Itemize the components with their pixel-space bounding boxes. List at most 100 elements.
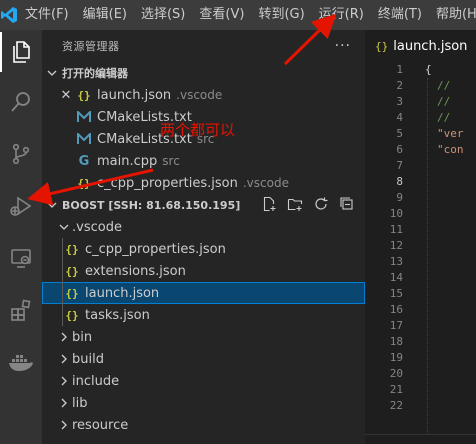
indent-guide: [62, 238, 63, 260]
open-editors-header[interactable]: 打开的编辑器: [42, 62, 365, 84]
line-number: 4: [396, 111, 403, 124]
file-label: extensions.json: [85, 263, 186, 279]
line-number: 14: [389, 271, 403, 284]
folder-label: build: [72, 351, 104, 367]
indent-guide: [62, 304, 63, 326]
cmake-file-icon: [76, 109, 92, 125]
open-editor-desc: src: [162, 154, 180, 168]
chevron-right-icon: [56, 354, 72, 364]
tree-folder-item[interactable]: include: [42, 370, 365, 392]
line-number: 3: [396, 95, 403, 108]
activity-bar: [0, 30, 42, 444]
new-file-icon[interactable]: [261, 196, 277, 215]
indent-guide: [62, 260, 63, 282]
file-label: c_cpp_properties.json: [85, 241, 226, 257]
chevron-right-icon: [56, 398, 72, 408]
editor-tab-launch[interactable]: {} launch.json: [365, 30, 476, 62]
workspace-header[interactable]: BOOST [SSH: 81.68.150.195]: [42, 194, 365, 216]
indent-guide: [62, 282, 63, 304]
tree-folder-item[interactable]: .vscode: [42, 216, 365, 238]
editor-tab-label: launch.json: [393, 38, 468, 54]
new-folder-icon[interactable]: [287, 196, 303, 215]
folder-label: lib: [72, 395, 88, 411]
explorer-sidebar: 资源管理器 ··· 打开的编辑器 ✕ {} launch.json .vscod…: [42, 30, 365, 444]
tree-folder-item[interactable]: bin: [42, 326, 365, 348]
open-editor-label: main.cpp: [97, 153, 158, 169]
tree-file-item[interactable]: {} c_cpp_properties.json: [42, 238, 365, 260]
explorer-title: 资源管理器: [62, 40, 120, 53]
line-number: 2: [396, 79, 403, 92]
collapse-all-icon[interactable]: [339, 196, 355, 215]
line-number: 20: [389, 367, 403, 380]
code-lines: { // // // "ver "con: [425, 62, 476, 158]
line-number: 5: [396, 127, 403, 140]
tree-file-item[interactable]: {} tasks.json: [42, 304, 365, 326]
tree-folder-item[interactable]: build: [42, 348, 365, 370]
title-bar: 文件(F) 编辑(E) 选择(S) 查看(V) 转到(G) 运行(R) 终端(T…: [0, 0, 476, 30]
open-editor-label: launch.json: [97, 87, 172, 103]
line-number: 22: [389, 399, 403, 412]
source-control-icon[interactable]: [0, 134, 42, 174]
search-icon[interactable]: [0, 82, 42, 122]
line-number-current: 8: [396, 175, 403, 188]
menu-help[interactable]: 帮助(H): [429, 0, 476, 30]
code-line: //: [437, 111, 457, 124]
line-number: 11: [389, 223, 403, 236]
line-number: 7: [396, 159, 403, 172]
extensions-icon[interactable]: [0, 290, 42, 330]
workspace-actions: [261, 196, 365, 215]
json-file-icon: {}: [65, 242, 79, 256]
folder-label: bin: [72, 329, 93, 345]
line-number: 9: [396, 191, 403, 204]
explorer-header: 资源管理器 ···: [42, 30, 365, 62]
docker-icon[interactable]: [0, 342, 42, 382]
line-number: 15: [389, 287, 403, 300]
line-number: 16: [389, 303, 403, 316]
tree-file-item[interactable]: {} extensions.json: [42, 260, 365, 282]
open-editor-desc: .vscode: [176, 88, 223, 102]
code-editor[interactable]: 1 2 3 4 5 6 7 8 9 10 11 12 13 14 15 16 1…: [365, 62, 476, 434]
code-line: {: [425, 63, 432, 76]
line-number: 17: [389, 319, 403, 332]
chevron-right-icon: [56, 332, 72, 342]
json-file-icon: {}: [65, 286, 79, 300]
line-number: 10: [389, 207, 403, 220]
json-file-icon: {}: [77, 176, 91, 190]
menu-bar: 文件(F) 编辑(E) 选择(S) 查看(V) 转到(G) 运行(R) 终端(T…: [18, 0, 476, 30]
menu-go[interactable]: 转到(G): [251, 0, 311, 30]
json-file-icon: {}: [65, 264, 79, 278]
open-editor-label: c_cpp_properties.json: [97, 175, 238, 191]
chevron-right-icon: [56, 420, 72, 430]
folder-label: include: [72, 373, 120, 389]
open-editors-label: 打开的编辑器: [62, 67, 128, 80]
code-line: //: [437, 95, 457, 108]
tree-file-item-selected[interactable]: {} launch.json: [42, 282, 365, 304]
open-editor-item[interactable]: ✕ {} launch.json .vscode: [42, 84, 365, 106]
chevron-down-icon: [56, 222, 72, 232]
refresh-icon[interactable]: [313, 196, 329, 215]
open-editor-desc: .vscode: [242, 176, 289, 190]
tree-folder-item[interactable]: lib: [42, 392, 365, 414]
line-number: 6: [396, 143, 403, 156]
tree-folder-item[interactable]: resource: [42, 414, 365, 436]
open-editor-item[interactable]: G main.cpp src: [42, 150, 365, 172]
code-line: "ver: [437, 127, 464, 140]
remote-explorer-icon[interactable]: [0, 238, 42, 278]
menu-edit[interactable]: 编辑(E): [76, 0, 134, 30]
menu-view[interactable]: 查看(V): [192, 0, 251, 30]
more-actions-icon[interactable]: ···: [335, 38, 351, 54]
open-editor-item[interactable]: {} c_cpp_properties.json .vscode: [42, 172, 365, 194]
chevron-down-icon: [42, 68, 62, 78]
menu-run[interactable]: 运行(R): [312, 0, 371, 30]
line-number: 21: [389, 383, 403, 396]
vscode-logo-icon: [0, 0, 18, 30]
menu-selection[interactable]: 选择(S): [134, 0, 192, 30]
close-icon[interactable]: ✕: [56, 88, 76, 103]
menu-file[interactable]: 文件(F): [18, 0, 76, 30]
file-label: tasks.json: [85, 307, 150, 323]
run-debug-icon[interactable]: [0, 186, 42, 226]
explorer-icon[interactable]: [0, 32, 42, 72]
menu-terminal[interactable]: 终端(T): [371, 0, 429, 30]
workspace-label: BOOST [SSH: 81.68.150.195]: [62, 198, 241, 212]
line-number: 19: [389, 351, 403, 364]
